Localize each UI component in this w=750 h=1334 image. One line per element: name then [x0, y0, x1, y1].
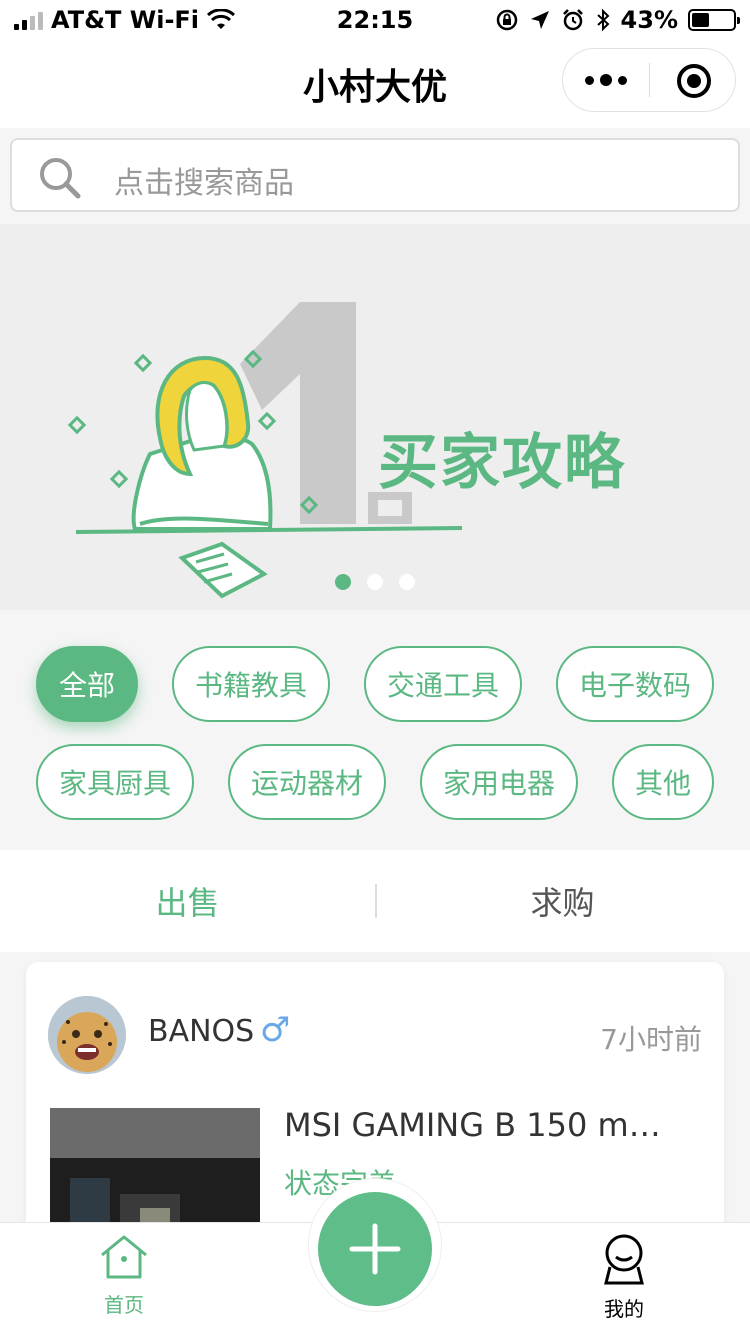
cheetah-avatar-image	[48, 996, 126, 1074]
tabbar-mine[interactable]: 我的	[554, 1233, 694, 1333]
item-title[interactable]: MSI GAMING B 150 m…	[284, 1106, 704, 1144]
more-dots-icon	[585, 75, 594, 85]
tabbar-home[interactable]: 首页	[54, 1233, 194, 1333]
banner-illustration	[67, 302, 463, 599]
trade-tabs: 出售 求购	[0, 850, 750, 952]
category-electronics[interactable]: 电子数码	[556, 646, 714, 722]
banner-title: 买家攻略	[378, 428, 626, 498]
search-input[interactable]: 点击搜索商品	[10, 138, 740, 212]
category-all[interactable]: 全部	[36, 646, 138, 722]
post-time: 7小时前	[600, 1023, 702, 1056]
banner-carousel[interactable]: 买家攻略	[0, 224, 750, 610]
tabbar-mine-label: 我的	[604, 1297, 644, 1321]
battery-icon	[688, 9, 740, 31]
category-sports[interactable]: 运动器材	[228, 744, 386, 820]
search-area: 点击搜索商品	[0, 128, 750, 224]
carousel-dot[interactable]	[399, 574, 415, 590]
bluetooth-icon	[596, 8, 609, 32]
plus-icon	[349, 1223, 401, 1275]
category-filter: 全部 书籍教具 交通工具 电子数码 家具厨具 运动器材 家用电器 其他	[0, 610, 750, 850]
status-right: 43%	[495, 6, 740, 34]
tabbar-home-label: 首页	[104, 1293, 144, 1317]
nav-bar: 小村大优	[0, 40, 750, 128]
alarm-icon	[562, 9, 583, 31]
carousel-dot[interactable]	[367, 574, 383, 590]
category-appliances[interactable]: 家用电器	[420, 744, 578, 820]
carousel-dot[interactable]	[335, 574, 351, 590]
category-other[interactable]: 其他	[612, 744, 714, 820]
category-books[interactable]: 书籍教具	[172, 646, 330, 722]
capsule-divider	[649, 63, 650, 97]
male-icon: ♂	[260, 1010, 291, 1050]
close-program-button[interactable]	[677, 64, 711, 98]
location-arrow-icon	[530, 11, 549, 29]
search-placeholder: 点击搜索商品	[114, 166, 294, 201]
more-menu-button[interactable]	[563, 49, 649, 111]
tab-sell[interactable]: 出售	[0, 850, 375, 952]
battery-percent: 43%	[620, 6, 678, 34]
profile-icon	[604, 1234, 644, 1285]
username[interactable]: BANOS	[148, 1014, 254, 1049]
category-furniture[interactable]: 家具厨具	[36, 744, 194, 820]
search-icon	[40, 158, 81, 199]
status-bar: AT&T Wi-Fi 22:15 43%	[0, 0, 750, 40]
app-screen: AT&T Wi-Fi 22:15 43% 小村大优 点击搜索商品 买家攻略 全部…	[0, 0, 750, 1334]
category-transport[interactable]: 交通工具	[364, 646, 522, 722]
carousel-dots	[0, 574, 750, 590]
avatar[interactable]	[48, 996, 126, 1074]
mini-program-capsule	[562, 48, 736, 112]
rotation-lock-icon	[496, 9, 517, 31]
add-listing-button[interactable]	[318, 1192, 432, 1306]
home-icon	[101, 1235, 147, 1279]
tab-buy[interactable]: 求购	[375, 850, 750, 952]
